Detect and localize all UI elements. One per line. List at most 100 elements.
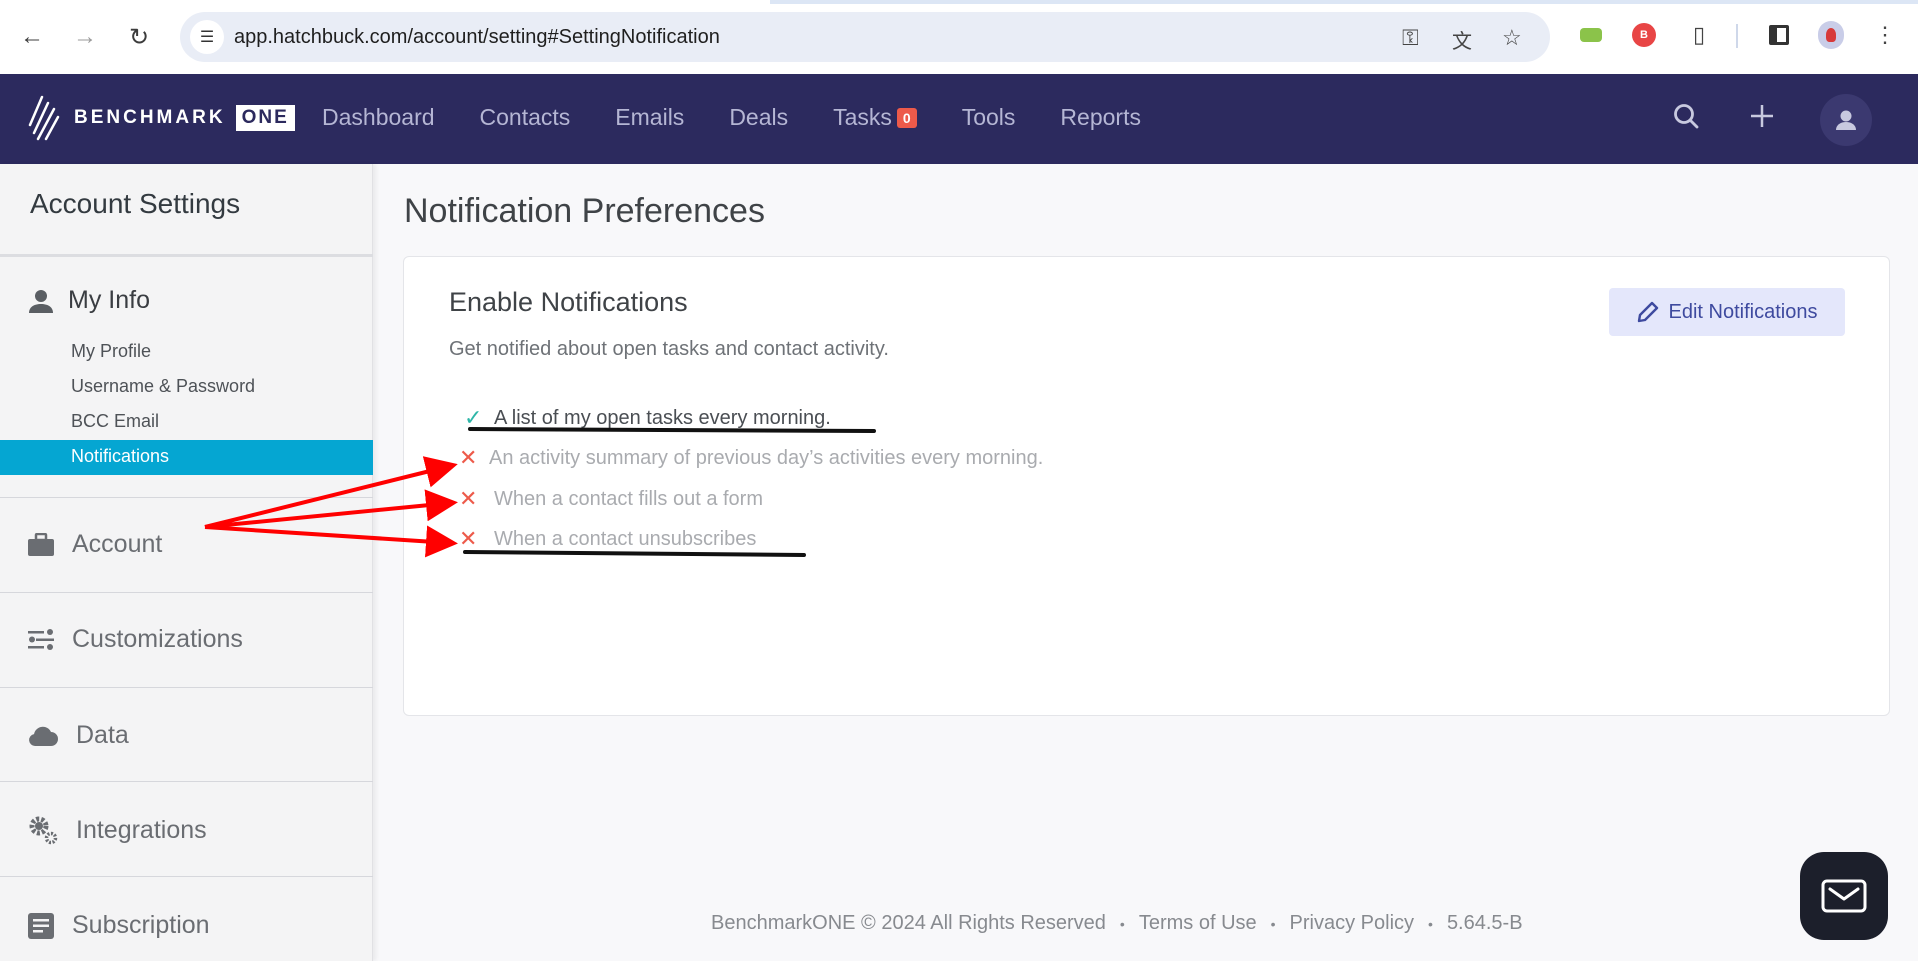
- option-label: When a contact unsubscribes: [494, 527, 757, 550]
- sidebar-item-my-profile[interactable]: My Profile: [71, 341, 151, 362]
- sidebar-section-label: Data: [76, 721, 129, 749]
- option-label: An activity summary of previous day’s ac…: [489, 446, 1044, 469]
- divider: [0, 254, 373, 257]
- url-text[interactable]: app.hatchbuck.com/account/setting#Settin…: [234, 26, 720, 49]
- nav-label: Emails: [615, 104, 685, 130]
- terms-link[interactable]: Terms of Use: [1139, 912, 1257, 935]
- cross-icon: ✕: [459, 526, 478, 551]
- footer-separator: •: [1270, 915, 1276, 932]
- document-icon: [28, 912, 54, 939]
- sidebar-section-integrations[interactable]: Integrations: [28, 815, 207, 845]
- user-icon: [1836, 110, 1856, 130]
- video-extension-icon[interactable]: [1578, 22, 1604, 48]
- nav-label: Contacts: [479, 104, 571, 130]
- notification-option: ✕ When a contact fills out a form: [459, 486, 763, 512]
- privacy-link[interactable]: Privacy Policy: [1290, 912, 1414, 935]
- notification-option: ✕ An activity summary of previous day’s …: [459, 445, 1043, 471]
- extensions-puzzle-icon[interactable]: ▯: [1686, 22, 1712, 48]
- nav-label: Dashboard: [322, 104, 435, 130]
- bookmark-star-icon[interactable]: ☆: [1502, 25, 1522, 51]
- nav-tasks[interactable]: Tasks 0: [833, 104, 917, 131]
- nav-label: Tasks: [833, 104, 892, 130]
- cloud-icon: [29, 726, 58, 746]
- version-text: 5.64.5-B: [1446, 912, 1523, 934]
- profile-avatar-icon[interactable]: [1818, 21, 1844, 49]
- nav-emails[interactable]: Emails: [615, 104, 684, 131]
- back-icon[interactable]: ←: [17, 22, 47, 52]
- sidebar-section-label: Account: [72, 530, 163, 558]
- tab-strip: [0, 0, 1918, 4]
- search-icon[interactable]: [1672, 102, 1700, 137]
- footer-separator: •: [1428, 915, 1433, 932]
- option-label: A list of my open tasks every morning.: [494, 406, 831, 429]
- divider: [0, 876, 373, 877]
- forward-icon[interactable]: →: [70, 22, 100, 52]
- logo-one: ONE: [235, 105, 295, 131]
- cross-icon: ✕: [459, 445, 478, 470]
- reload-icon[interactable]: ↻: [124, 22, 154, 52]
- card-subtitle: Get notified about open tasks and contac…: [449, 338, 889, 360]
- gears-icon: [29, 816, 58, 845]
- sidebar-section-label: Customizations: [72, 625, 243, 653]
- sidebar-section-data[interactable]: Data: [28, 721, 129, 750]
- envelope-icon: [1821, 879, 1867, 913]
- button-label: Edit Notifications: [1668, 300, 1818, 323]
- add-icon[interactable]: [1748, 102, 1776, 137]
- footer: BenchmarkONE © 2024 All Rights Reserved …: [711, 912, 1523, 935]
- sidebar-item-bcc-email[interactable]: BCC Email: [71, 411, 159, 432]
- copyright-text: BenchmarkONE © 2024 All Rights Reserved: [711, 912, 1106, 934]
- site-settings-icon[interactable]: ☰: [190, 20, 224, 54]
- sidebar-section-subscription[interactable]: Subscription: [28, 911, 210, 940]
- person-icon: [29, 289, 53, 313]
- password-key-icon[interactable]: ⚿: [1402, 25, 1419, 51]
- sidebar-section-my-info[interactable]: My Info: [28, 286, 150, 315]
- nav-deals[interactable]: Deals: [729, 104, 788, 131]
- sidebar-item-notifications[interactable]: Notifications: [0, 440, 373, 475]
- app-navbar: BENCHMARK ONE Dashboard Contacts Emails …: [0, 74, 1918, 164]
- nav-label: Deals: [729, 104, 789, 130]
- benchmark-logo[interactable]: BENCHMARK ONE: [28, 92, 295, 144]
- nav-label: Tools: [961, 104, 1016, 130]
- sidebar-item-username-password[interactable]: Username & Password: [71, 376, 255, 397]
- briefcase-icon: [28, 532, 54, 556]
- cross-icon: ✕: [459, 486, 478, 511]
- logo-word: BENCHMARK: [74, 107, 226, 128]
- sidebar-section-label: Integrations: [76, 815, 207, 844]
- active-tab[interactable]: [0, 0, 770, 4]
- divider: [0, 497, 373, 498]
- user-avatar[interactable]: [1820, 94, 1872, 146]
- edit-notifications-button[interactable]: Edit Notifications: [1609, 288, 1845, 336]
- side-panel-icon[interactable]: [1766, 22, 1792, 48]
- sidebar-section-account[interactable]: Account: [28, 530, 162, 559]
- toolbar-divider: [1736, 24, 1738, 48]
- nav-reports[interactable]: Reports: [1060, 104, 1141, 131]
- sidebar-item-label: Notifications: [71, 446, 170, 466]
- sidebar-section-customizations[interactable]: Customizations: [28, 625, 243, 654]
- translate-icon[interactable]: 文: [1452, 25, 1472, 54]
- divider: [0, 781, 373, 782]
- divider: [0, 687, 373, 688]
- benchmark-extension-icon[interactable]: B: [1631, 22, 1657, 48]
- nav-dashboard[interactable]: Dashboard: [322, 104, 435, 131]
- notification-option: ✓ A list of my open tasks every morning.: [464, 405, 831, 431]
- menu-kebab-icon[interactable]: ⋮: [1872, 22, 1898, 48]
- notification-option: ✕ When a contact unsubscribes: [459, 526, 756, 552]
- logo-mark-icon: [28, 95, 60, 141]
- browser-toolbar: ← → ↻ ☰ app.hatchbuck.com/account/settin…: [0, 0, 1918, 74]
- nav-label: Reports: [1060, 104, 1141, 130]
- nav-tools[interactable]: Tools: [962, 104, 1016, 131]
- nav-contacts[interactable]: Contacts: [480, 104, 571, 131]
- sliders-icon: [28, 628, 54, 650]
- chat-widget-button[interactable]: [1800, 852, 1888, 940]
- check-icon: ✓: [464, 405, 483, 430]
- divider: [0, 592, 373, 593]
- settings-sidebar: Account Settings My Info My Profile User…: [0, 164, 373, 961]
- tasks-count-badge: 0: [896, 107, 917, 128]
- sidebar-section-label: My Info: [68, 286, 150, 314]
- sidebar-section-label: Subscription: [72, 911, 210, 939]
- sidebar-title: Account Settings: [30, 188, 241, 219]
- address-bar[interactable]: ☰ app.hatchbuck.com/account/setting#Sett…: [180, 12, 1550, 62]
- card-title: Enable Notifications: [449, 287, 688, 317]
- option-label: When a contact fills out a form: [494, 487, 764, 510]
- notifications-card: Enable Notifications Get notified about …: [403, 256, 1890, 716]
